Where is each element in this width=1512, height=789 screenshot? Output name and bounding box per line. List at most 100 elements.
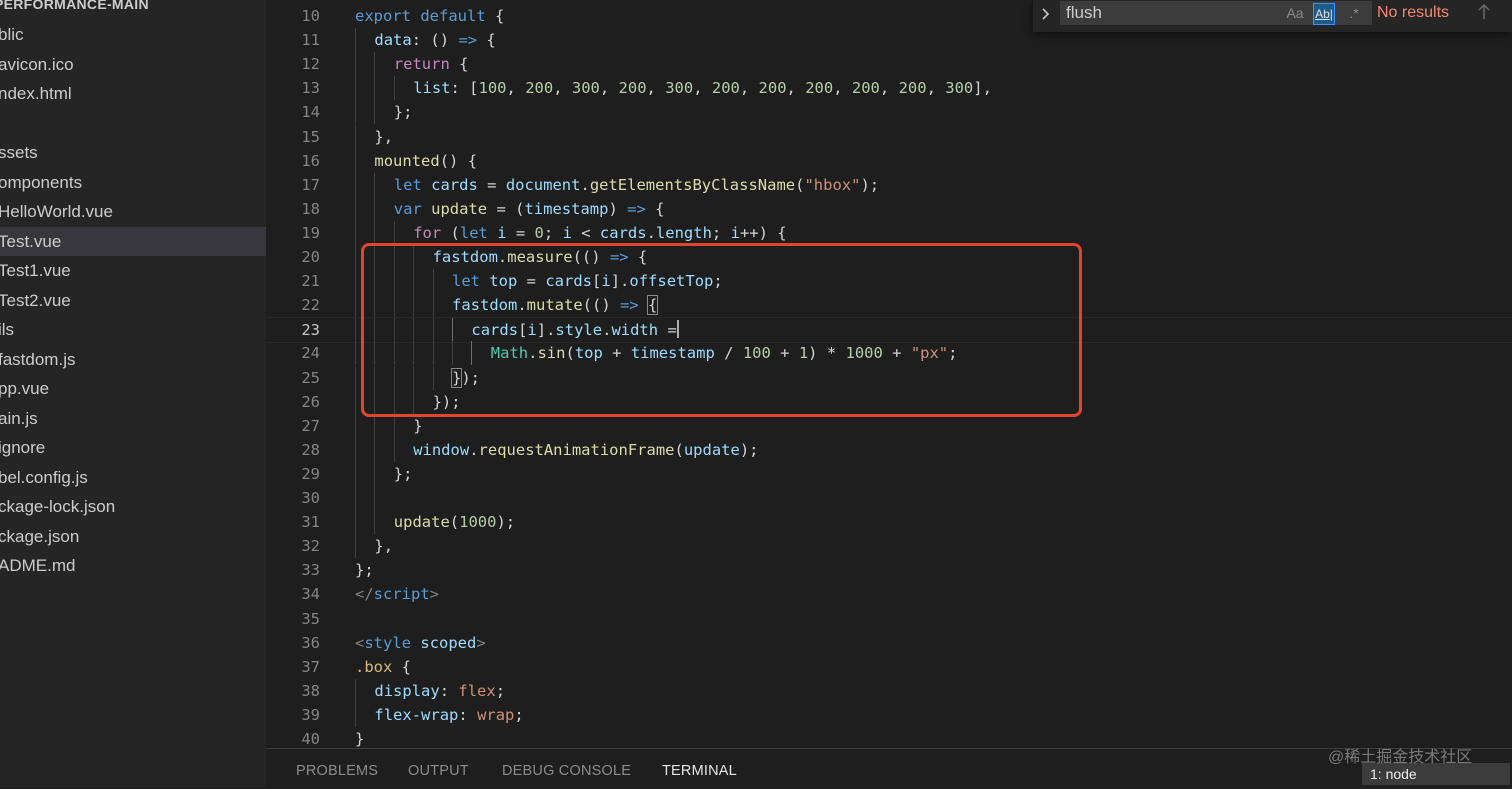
explorer-item[interactable]: pp.vue xyxy=(0,374,266,403)
code-line[interactable]: 24 Math.sin(top + timestamp / 100 + 1) * … xyxy=(266,341,1512,366)
explorer-item[interactable]: ssets xyxy=(0,138,266,167)
code-line[interactable]: 18 var update = (timestamp) => { xyxy=(266,196,1512,221)
arrow-up-icon[interactable] xyxy=(1477,1,1491,28)
code-line[interactable]: 36 <style scoped> xyxy=(266,631,1512,655)
code-line[interactable]: 32}, xyxy=(266,534,1512,559)
code-line[interactable]: 40} xyxy=(266,727,1512,748)
match-case-icon[interactable]: Aa xyxy=(1285,3,1305,23)
explorer-item[interactable]: omponents xyxy=(0,168,266,197)
explorer-item[interactable]: Test1.vue xyxy=(0,256,266,285)
code-token: 1000 xyxy=(845,344,883,363)
indent-guide xyxy=(374,437,376,462)
code-text: export default { xyxy=(355,4,504,28)
code-token: => xyxy=(620,296,639,315)
chevron-right-icon[interactable] xyxy=(1039,4,1057,24)
code-line[interactable]: 19 for (let i = 0; i < cards.length; i++)… xyxy=(266,220,1512,245)
explorer-item[interactable]: ckage.json xyxy=(0,522,266,551)
explorer-item[interactable]: ADME.md xyxy=(0,551,266,580)
explorer-item[interactable]: bel.config.js xyxy=(0,463,266,492)
explorer-item[interactable]: ignore xyxy=(0,433,266,462)
regex-icon[interactable]: .* xyxy=(1344,3,1364,23)
indent-guide xyxy=(374,269,376,294)
code-token: }, xyxy=(374,127,394,146)
explorer-item[interactable]: blic xyxy=(0,20,266,49)
code-line[interactable]: 27} xyxy=(266,413,1512,438)
explorer-item[interactable]: HelloWorld.vue xyxy=(0,197,266,226)
code-token: ( xyxy=(449,513,460,532)
code-line[interactable]: 14}; xyxy=(266,100,1512,125)
code-token: ; xyxy=(711,223,731,242)
code-token: let xyxy=(393,175,422,194)
indent-guide xyxy=(413,389,415,414)
code-line[interactable]: 30 xyxy=(266,486,1512,510)
line-number: 19 xyxy=(301,223,320,242)
explorer-item[interactable]: ain.js xyxy=(0,404,266,433)
code-token: , xyxy=(599,79,619,98)
code-line[interactable]: 26}); xyxy=(266,389,1512,414)
code-token: ); xyxy=(739,440,759,459)
code-line[interactable]: 12 return { xyxy=(266,52,1512,77)
indent-guide xyxy=(374,389,376,414)
indent-guide xyxy=(393,341,395,366)
explorer-item[interactable] xyxy=(0,109,266,138)
code-token: i xyxy=(562,223,572,242)
code-line[interactable]: 15}, xyxy=(266,124,1512,149)
whole-word-icon[interactable]: Ab| xyxy=(1313,3,1335,25)
code-line[interactable]: 37 .box { xyxy=(266,655,1512,679)
code-token: mounted xyxy=(374,151,440,170)
code-token: . xyxy=(517,296,527,315)
explorer-item-label: ils xyxy=(0,320,15,339)
code-token: return xyxy=(393,55,450,74)
code-token: ], xyxy=(973,79,992,98)
indent-guide xyxy=(374,365,376,390)
explorer-folder-title[interactable]: PERFORMANCE-MAIN xyxy=(0,0,149,12)
indent-guide xyxy=(413,365,415,390)
code-token: export xyxy=(355,7,411,25)
code-token: cards xyxy=(599,223,647,242)
code-line[interactable]: 38 display: flex; xyxy=(266,678,1512,703)
code-text: display: flex; xyxy=(374,679,505,703)
code-editor[interactable]: 10 export default {11 data: () => {12 retur… xyxy=(266,0,1512,748)
code-text: <style scoped> xyxy=(355,631,486,655)
code-line[interactable]: 22 fastdom.mutate(() => { xyxy=(266,293,1512,318)
code-line[interactable]: 21 let top = cards[i].offsetTop; xyxy=(266,269,1512,294)
code-line[interactable]: 31 update(1000); xyxy=(266,510,1512,535)
indent-guide xyxy=(432,269,434,294)
explorer-item[interactable]: ckage-lock.json xyxy=(0,492,266,521)
panel-tab-debug-console[interactable]: DEBUG CONSOLE xyxy=(502,763,631,779)
code-token: 300 xyxy=(665,79,694,98)
code-line[interactable]: 23 cards[i].style.width = xyxy=(266,317,1512,344)
line-number: 28 xyxy=(301,440,320,459)
explorer-item[interactable]: fastdom.js xyxy=(0,345,266,374)
code-token: : xyxy=(439,681,459,700)
explorer-item[interactable]: ils xyxy=(0,315,266,344)
indent-guide xyxy=(393,269,395,294)
code-line[interactable]: 17 let cards = document.getElementsByClas… xyxy=(266,172,1512,197)
explorer-item[interactable]: avicon.ico xyxy=(0,50,266,79)
code-text: for (let i = 0; i < cards.length; i++) { xyxy=(413,221,786,245)
code-token: i xyxy=(730,223,740,242)
explorer-item-label: bel.config.js xyxy=(0,467,88,487)
code-line[interactable]: 33}; xyxy=(266,558,1512,582)
code-line[interactable]: 25}); xyxy=(266,365,1512,390)
code-line[interactable]: 29}; xyxy=(266,461,1512,486)
panel-tab-output[interactable]: OUTPUT xyxy=(408,763,469,779)
panel-tab-terminal[interactable]: TERMINAL xyxy=(662,763,737,779)
code-token: , xyxy=(646,79,666,98)
code-token: for xyxy=(413,223,442,242)
code-text: mounted() { xyxy=(374,149,477,173)
code-line[interactable]: 16 mounted() { xyxy=(266,148,1512,173)
code-line[interactable]: 20 fastdom.measure(() => { xyxy=(266,245,1512,269)
explorer-item[interactable]: Test.vue xyxy=(0,226,266,256)
code-line[interactable]: 35 xyxy=(266,607,1512,631)
explorer-item[interactable]: ndex.html xyxy=(0,79,266,108)
code-line[interactable]: 28 window.requestAnimationFrame(update); xyxy=(266,437,1512,462)
code-token: = xyxy=(477,175,506,194)
panel-tab-problems[interactable]: PROBLEMS xyxy=(296,763,378,779)
code-token: . xyxy=(497,248,508,266)
code-line[interactable]: 34 </script> xyxy=(266,582,1512,606)
code-line[interactable]: 13 list: [100, 200, 300, 200, 300, 200, 2… xyxy=(266,76,1512,101)
code-line[interactable]: 39 flex-wrap: wrap; xyxy=(266,702,1512,727)
code-token: > xyxy=(476,633,486,652)
explorer-item[interactable]: Test2.vue xyxy=(0,286,266,315)
